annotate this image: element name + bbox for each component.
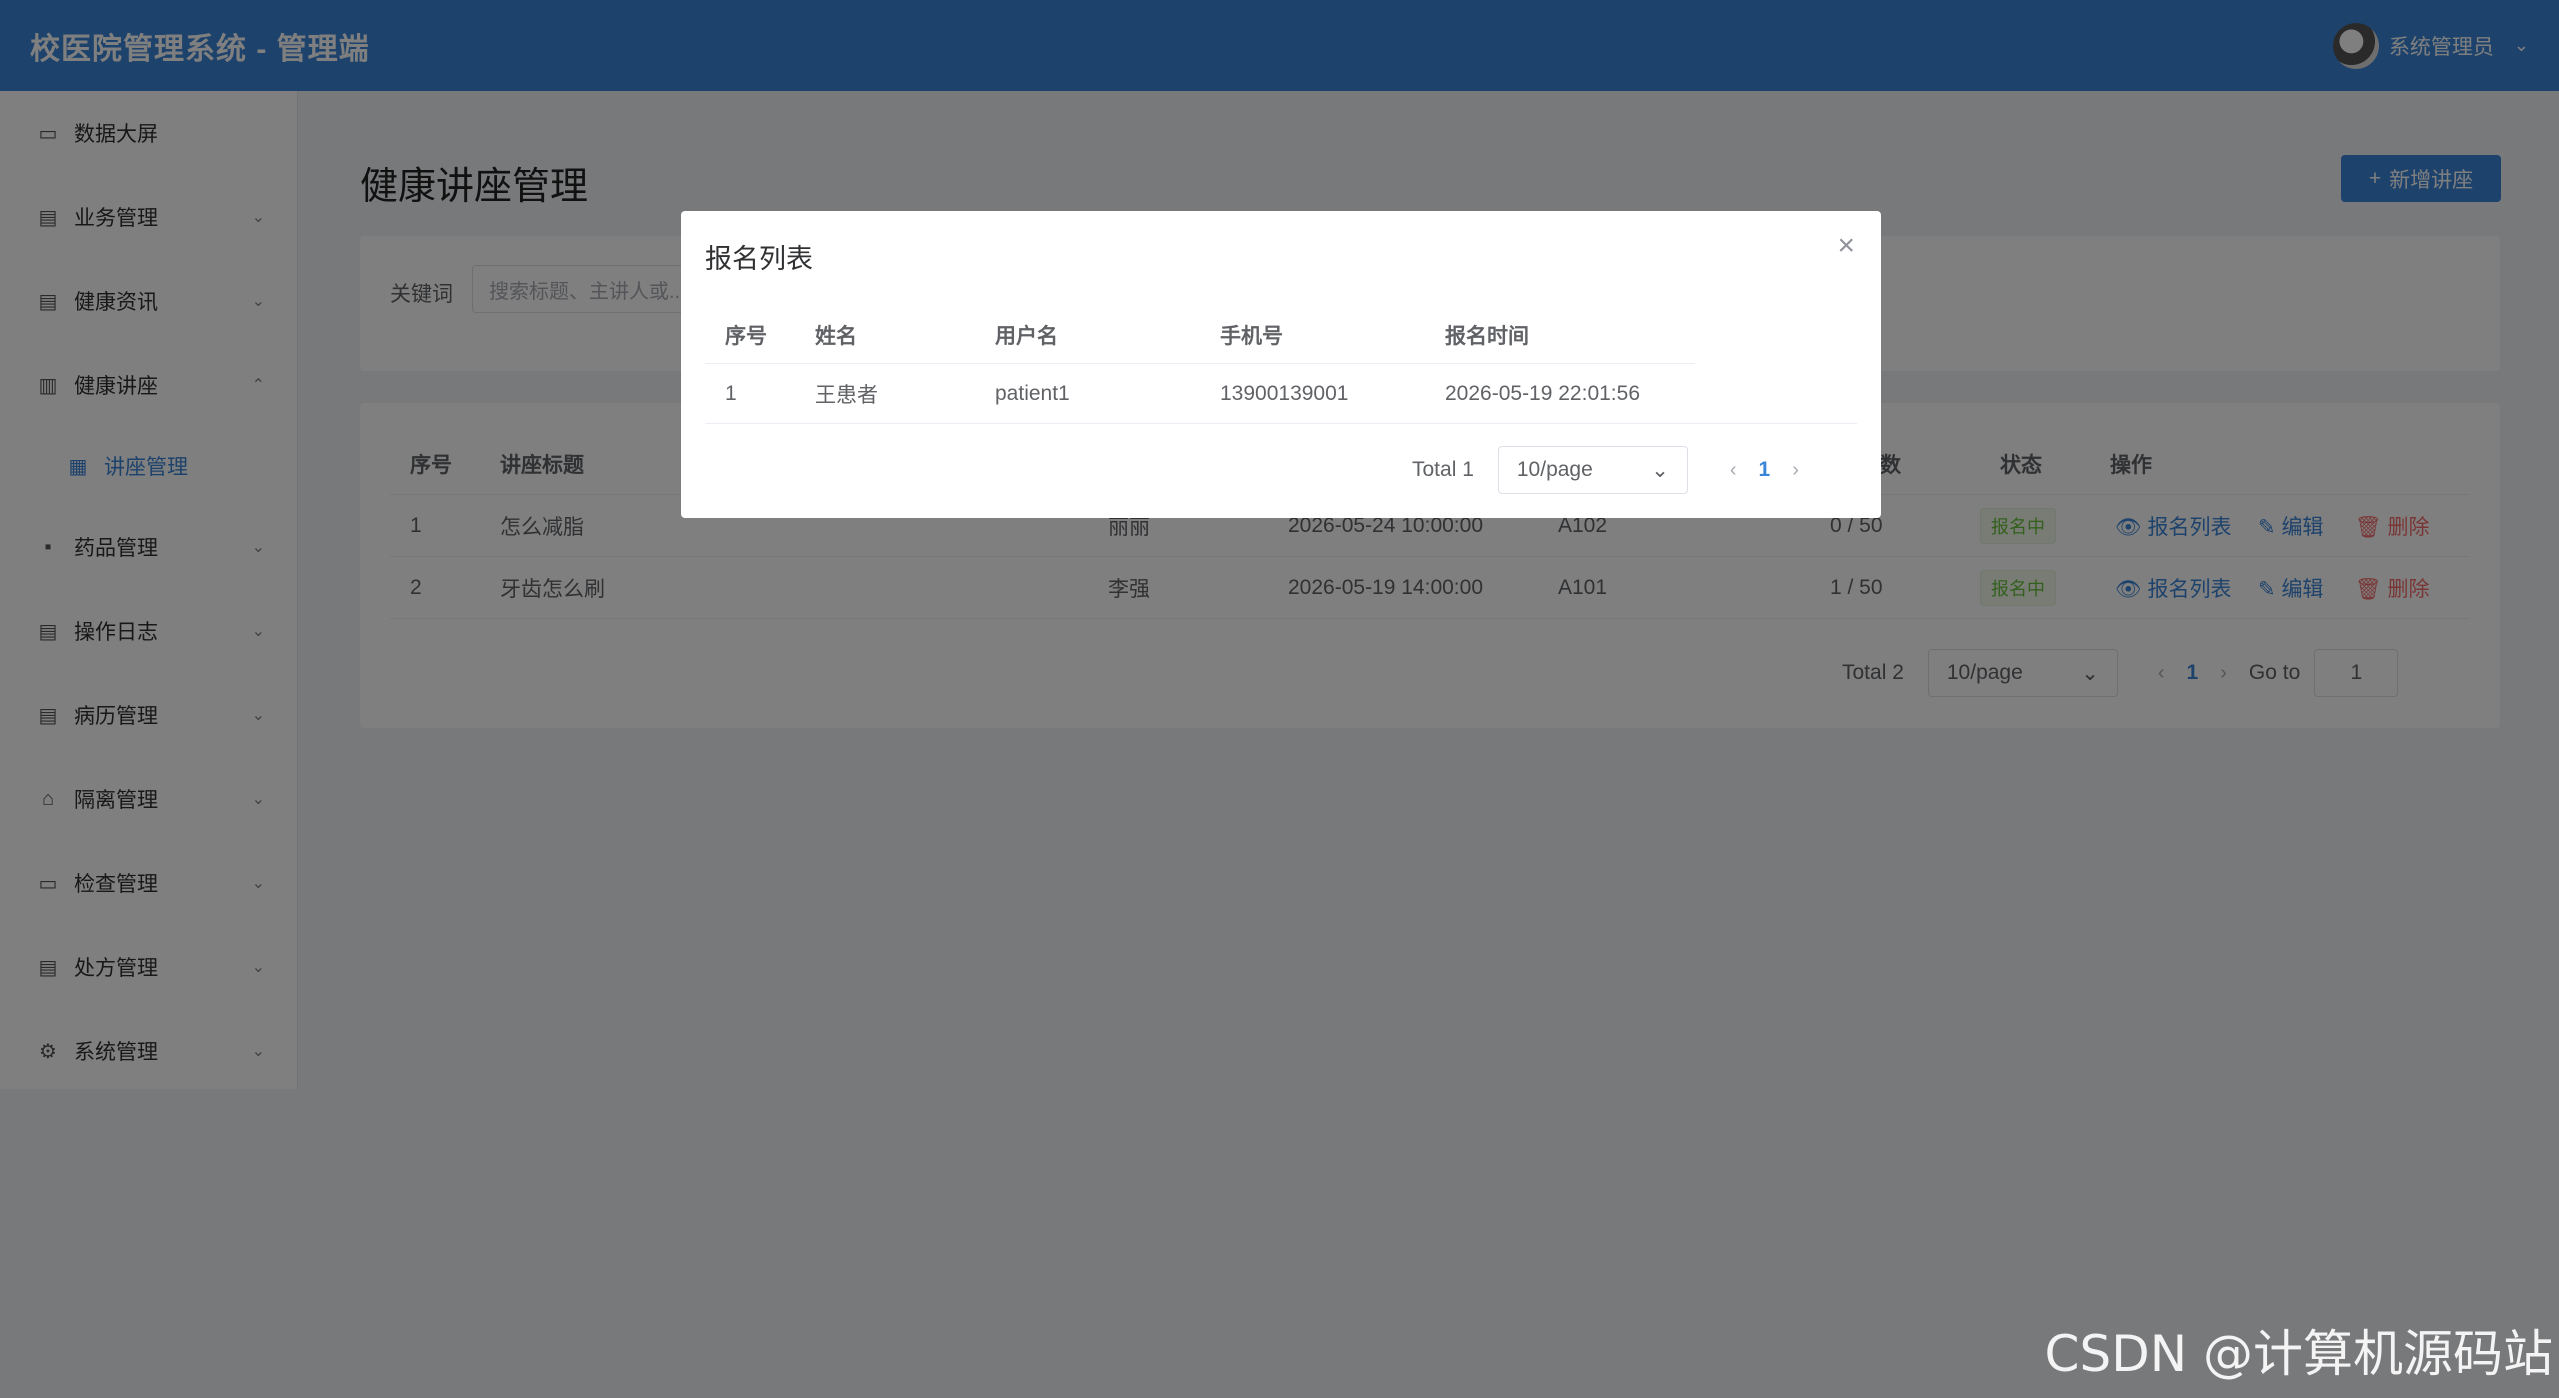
- page-number[interactable]: 1: [1759, 458, 1771, 482]
- pager-total: Total 1: [1412, 458, 1474, 481]
- col-phone: 手机号: [1220, 324, 1283, 348]
- cell-username: patient1: [995, 381, 1070, 405]
- modal-overlay[interactable]: [0, 0, 2559, 1398]
- col-username: 用户名: [995, 324, 1058, 348]
- col-name: 姓名: [815, 324, 857, 348]
- table-row: 1 王患者 patient1 13900139001 2026-05-19 22…: [705, 364, 1857, 424]
- prev-page-button[interactable]: ‹: [1730, 459, 1737, 482]
- cell-name: 王患者: [815, 383, 878, 407]
- watermark: CSDN @计算机源码站: [2044, 1325, 2553, 1383]
- dialog-title: 报名列表: [705, 244, 813, 274]
- page-size-value: 10/page: [1516, 458, 1593, 481]
- cell-index: 1: [725, 381, 737, 405]
- dialog-table-header: 序号 姓名 用户名 手机号 报名时间: [705, 306, 1695, 364]
- chevron-down-icon: ⌄: [1651, 458, 1669, 482]
- next-page-button[interactable]: ›: [1792, 459, 1799, 482]
- signup-list-dialog: 报名列表 × 序号 姓名 用户名 手机号 报名时间 1 王患者 patient1…: [681, 211, 1881, 518]
- col-signup-time: 报名时间: [1445, 324, 1529, 348]
- cell-signup-time: 2026-05-19 22:01:56: [1445, 381, 1640, 405]
- close-icon[interactable]: ×: [1837, 229, 1855, 263]
- page-size-select[interactable]: 10/page ⌄: [1497, 446, 1688, 494]
- dialog-pagination: Total 1 10/page ⌄ ‹ 1 ›: [1412, 446, 1821, 494]
- cell-phone: 13900139001: [1220, 381, 1349, 405]
- col-index: 序号: [725, 324, 767, 348]
